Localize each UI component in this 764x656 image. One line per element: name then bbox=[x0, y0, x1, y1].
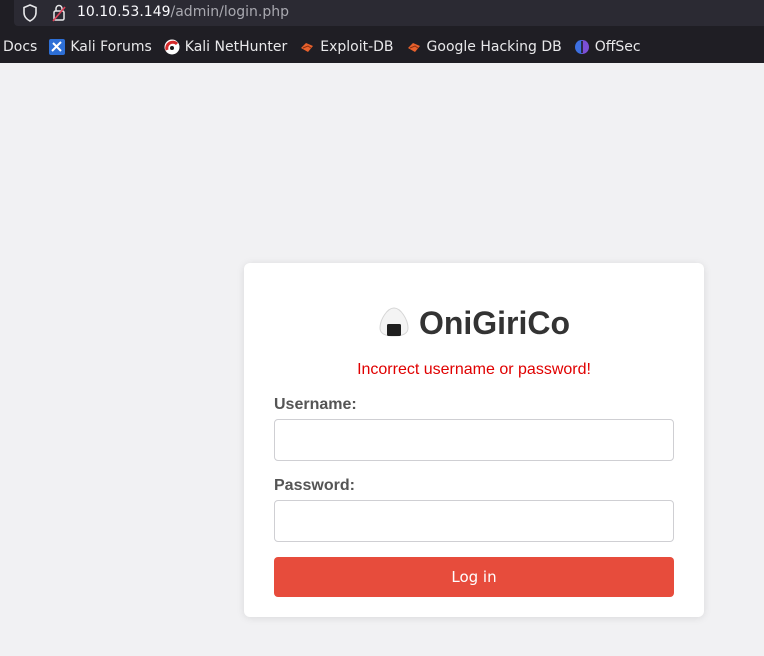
ghdb-icon bbox=[406, 39, 422, 55]
username-input[interactable] bbox=[274, 419, 674, 461]
bookmark-exploit-db[interactable]: Exploit-DB bbox=[299, 39, 394, 55]
kali-forums-icon bbox=[49, 39, 66, 55]
onigiri-icon bbox=[378, 306, 410, 342]
offsec-icon bbox=[574, 39, 590, 55]
bookmark-label: Exploit-DB bbox=[320, 39, 394, 55]
password-input[interactable] bbox=[274, 500, 674, 542]
password-label: Password: bbox=[274, 477, 355, 494]
bookmark-label: OffSec bbox=[594, 39, 641, 55]
login-button[interactable]: Log in bbox=[274, 557, 674, 597]
browser-chrome: 10.10.53.149/admin/login.php Docs Kali F… bbox=[0, 0, 764, 63]
kali-nethunter-icon bbox=[164, 39, 180, 55]
bookmark-google-hacking-db[interactable]: Google Hacking DB bbox=[406, 39, 562, 55]
url-host: 10.10.53.149 bbox=[77, 4, 171, 20]
bookmark-label: Kali Forums bbox=[70, 39, 152, 55]
shield-icon[interactable] bbox=[22, 4, 38, 26]
brand-title: OniGiriCo bbox=[418, 305, 571, 341]
bookmark-kali-forums[interactable]: Kali Forums bbox=[49, 39, 152, 55]
exploit-db-icon bbox=[299, 39, 315, 55]
bookmark-offsec[interactable]: OffSec bbox=[574, 39, 641, 55]
error-message: Incorrect username or password! bbox=[357, 361, 591, 378]
brand-header: OniGiriCo bbox=[244, 305, 704, 342]
url-path: /admin/login.php bbox=[170, 4, 290, 20]
login-card: OniGiriCo Incorrect username or password… bbox=[244, 263, 704, 617]
lock-icon[interactable] bbox=[51, 3, 67, 27]
bookmark-label: Google Hacking DB bbox=[426, 39, 562, 55]
bookmark-kali-nethunter[interactable]: Kali NetHunter bbox=[164, 39, 287, 55]
bookmark-label: Kali NetHunter bbox=[184, 39, 288, 55]
url-text[interactable]: 10.10.53.149/admin/login.php bbox=[77, 3, 289, 21]
bookmarks-toolbar: Docs Kali Forums Kali NetHunter Exploit-… bbox=[0, 35, 653, 59]
username-label: Username: bbox=[274, 396, 357, 413]
address-bar[interactable]: 10.10.53.149/admin/login.php bbox=[14, 0, 764, 26]
bookmark-label: Docs bbox=[3, 39, 38, 55]
bookmark-docs[interactable]: Docs bbox=[3, 39, 37, 55]
